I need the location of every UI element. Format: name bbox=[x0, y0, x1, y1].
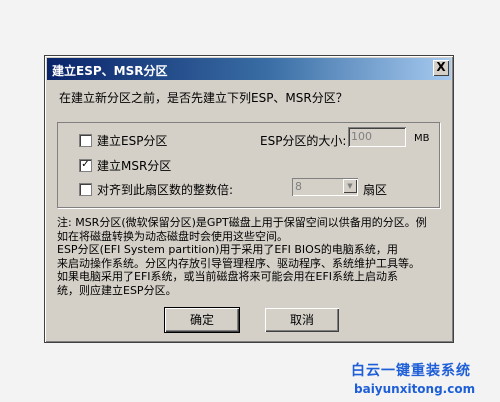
create-msr-option[interactable]: ✓ 建立MSR分区 bbox=[79, 157, 171, 174]
align-label: 对齐到此扇区数的整数倍: bbox=[97, 183, 234, 197]
close-icon: X bbox=[436, 60, 446, 74]
create-msr-label: 建立MSR分区 bbox=[97, 159, 172, 173]
question-text: 在建立新分区之前，是否先建立下列ESP、MSR分区？ bbox=[59, 91, 348, 105]
create-esp-checkbox[interactable] bbox=[79, 134, 92, 147]
align-checkbox[interactable] bbox=[79, 183, 92, 196]
esp-size-label: ESP分区的大小: bbox=[260, 134, 347, 148]
note-text: 注: MSR分区(微软保留分区)是GPT磁盘上用于保留空间以供备用的分区。例 如… bbox=[57, 216, 427, 297]
align-sector-select[interactable]: 8 ▼ bbox=[292, 178, 358, 196]
title-bar[interactable]: 建立ESP、MSR分区 X bbox=[47, 58, 451, 80]
cancel-button[interactable]: 取消 bbox=[265, 308, 339, 332]
esp-size-unit: MB bbox=[414, 133, 430, 144]
watermark-url: baiyunxitong.com bbox=[354, 382, 476, 396]
create-msr-checkbox[interactable]: ✓ bbox=[79, 159, 92, 172]
esp-size-input[interactable]: 100 bbox=[348, 127, 406, 147]
chevron-down-icon[interactable]: ▼ bbox=[343, 179, 357, 193]
align-option[interactable]: 对齐到此扇区数的整数倍: bbox=[79, 181, 233, 198]
dialog-title: 建立ESP、MSR分区 bbox=[52, 64, 168, 78]
align-sector-unit: 扇区 bbox=[363, 183, 388, 197]
esp-msr-dialog: 建立ESP、MSR分区 X 在建立新分区之前，是否先建立下列ESP、MSR分区？… bbox=[44, 55, 454, 343]
create-esp-option[interactable]: 建立ESP分区 bbox=[79, 132, 167, 149]
align-sector-value: 8 bbox=[295, 180, 302, 193]
close-button[interactable]: X bbox=[433, 60, 449, 76]
ok-button[interactable]: 确定 bbox=[164, 307, 240, 333]
watermark-title: 白云一键重装系统 bbox=[351, 363, 471, 379]
create-esp-label: 建立ESP分区 bbox=[97, 134, 168, 148]
